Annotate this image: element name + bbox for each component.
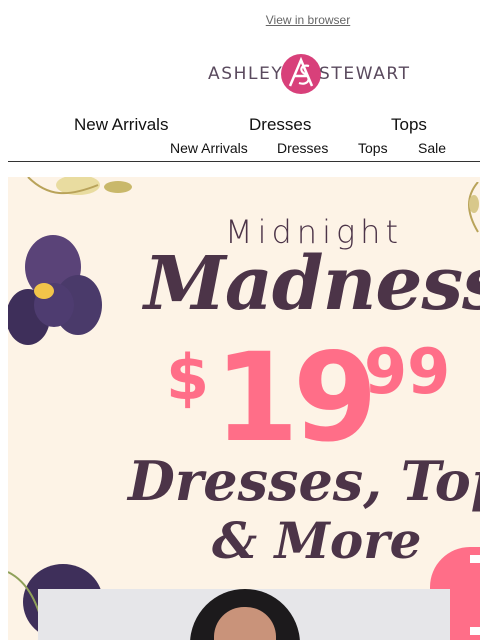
hero-title-line2: Madness <box>144 241 480 327</box>
hero-subtitle-line1: Dresses, Tops <box>128 449 480 513</box>
price-cents: 99 <box>364 335 451 408</box>
nav-secondary-new-arrivals[interactable]: New Arrivals <box>170 140 248 156</box>
nav-primary-new-arrivals[interactable]: New Arrivals <box>74 115 168 135</box>
price-dollars: 19 <box>214 327 378 469</box>
logo-word-right: STEWART <box>319 64 411 84</box>
nav-secondary-dresses[interactable]: Dresses <box>277 140 328 156</box>
view-in-browser-link[interactable]: View in browser <box>0 13 480 27</box>
hero-banner[interactable]: Midnight Madness $ 19 99 Dresses, Tops &… <box>8 177 480 640</box>
nav-primary-tops[interactable]: Tops <box>391 115 427 135</box>
logo-monogram-icon <box>281 54 321 94</box>
hero-subtitle-line2: & More <box>212 511 422 570</box>
nav-divider <box>8 161 480 162</box>
nav-secondary-sale[interactable]: Sale <box>418 140 446 156</box>
logo-word-left: ASHLEY <box>208 64 284 84</box>
price-currency: $ <box>166 341 210 414</box>
nav-secondary-tops[interactable]: Tops <box>358 140 388 156</box>
model-photo <box>38 589 450 640</box>
nav-primary-dresses[interactable]: Dresses <box>249 115 311 135</box>
brand-logo[interactable]: ASHLEY STEWART <box>208 52 418 96</box>
